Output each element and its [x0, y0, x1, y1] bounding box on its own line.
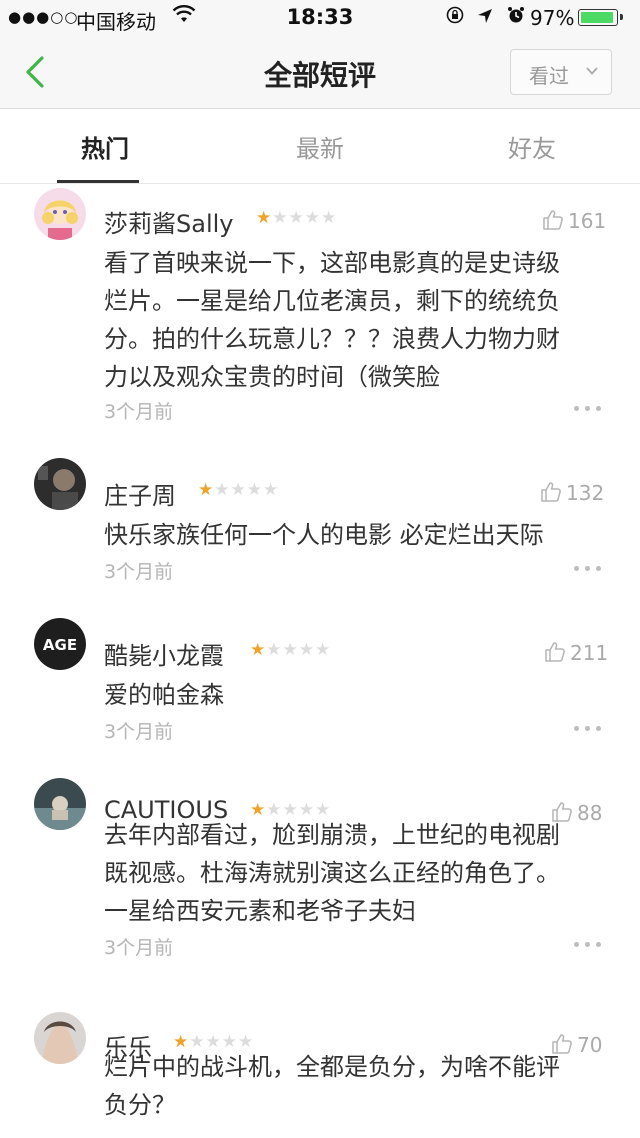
tab-hot[interactable]: 热门	[45, 129, 165, 164]
thumbs-up-icon	[545, 642, 565, 662]
comment-time: 3个月前	[104, 401, 174, 423]
star-empty-icon: ★★★★	[214, 480, 280, 500]
navigation-bar: 全部短评 看过	[0, 36, 640, 109]
status-bar: ●●●○○ 中国移动 18:33 97%	[0, 0, 640, 36]
star-filled-icon: ★	[256, 208, 273, 228]
more-options-button[interactable]	[574, 404, 604, 412]
alarm-icon	[507, 7, 525, 29]
star-rating: ★★★★★	[250, 640, 331, 660]
like-count: 211	[570, 641, 609, 665]
username[interactable]: 莎莉酱Sally	[104, 204, 233, 239]
like-button[interactable]: 211	[543, 640, 608, 665]
star-empty-icon: ★★★★	[266, 640, 332, 660]
more-options-button[interactable]	[574, 564, 604, 572]
thumbs-up-icon	[541, 482, 561, 502]
avatar[interactable]	[34, 188, 86, 240]
star-rating: ★★★★★	[198, 480, 279, 500]
battery-fill	[581, 12, 613, 23]
tab-latest[interactable]: 最新	[260, 129, 380, 164]
location-icon	[477, 9, 506, 29]
watch-status-filter[interactable]: 看过	[510, 49, 612, 95]
username[interactable]: 庄子周	[104, 476, 176, 511]
star-empty-icon: ★★★★	[272, 208, 338, 228]
avatar[interactable]: AGE	[34, 618, 86, 670]
comment-text: 快乐家族任何一个人的电影 必定烂出天际	[104, 521, 544, 549]
tab-friends[interactable]: 好友	[472, 129, 592, 164]
battery-icon	[578, 9, 623, 26]
like-button[interactable]: 161	[541, 208, 606, 233]
comment-time: 3个月前	[104, 561, 174, 583]
comment-time: 3个月前	[104, 721, 174, 743]
chevron-down-icon	[586, 67, 598, 75]
filter-label: 看过	[529, 64, 569, 88]
star-filled-icon: ★	[198, 480, 215, 500]
avatar[interactable]	[34, 1012, 86, 1064]
star-rating: ★★★★★	[256, 208, 337, 228]
thumbs-up-icon	[543, 210, 563, 230]
comment-text: 爱的帕金森	[104, 681, 224, 709]
rotation-lock-icon	[446, 6, 477, 29]
star-filled-icon: ★	[250, 640, 267, 660]
like-count: 161	[568, 209, 607, 233]
like-button[interactable]: 132	[539, 480, 604, 505]
more-options-button[interactable]	[574, 940, 604, 948]
avatar-badge-text: AGE	[43, 636, 77, 654]
tab-bar: 热门 最新 好友	[0, 109, 640, 184]
comment-text: 看了首映来说一下，这部电影真的是史诗级 烂片。一星是给几位老演员，剩下的统统负 …	[104, 249, 560, 391]
avatar[interactable]	[34, 778, 86, 830]
more-options-button[interactable]	[574, 724, 604, 732]
comment-time: 3个月前	[104, 937, 174, 959]
comment-text: 烂片中的战斗机，全都是负分，为啥不能评 负分？	[104, 1053, 560, 1119]
avatar[interactable]	[34, 458, 86, 510]
battery-percent: 97%	[530, 6, 575, 30]
comment-text: 去年内部看过，尬到崩溃，上世纪的电视剧 既视感。杜海涛就别演这么正经的角色了。 …	[104, 821, 560, 925]
active-tab-indicator	[57, 180, 139, 183]
like-count: 132	[566, 481, 605, 505]
username[interactable]: 酷毙小龙霞	[104, 636, 224, 671]
